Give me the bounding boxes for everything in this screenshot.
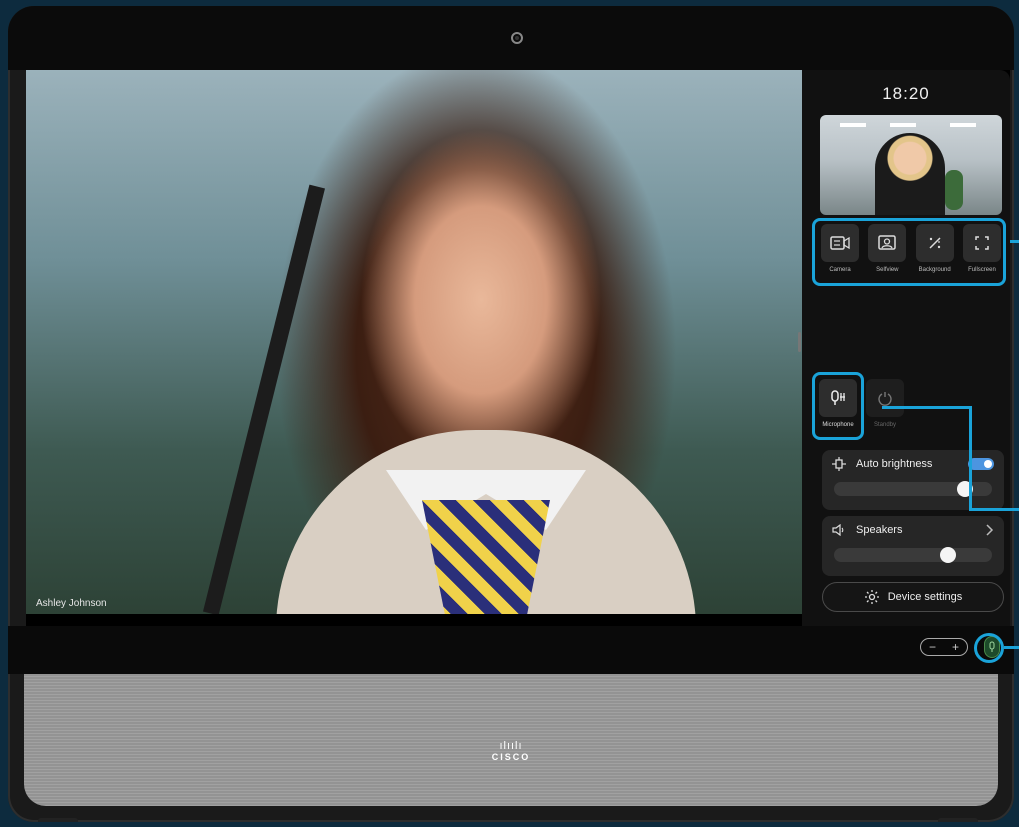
standby-label: Standby	[873, 422, 897, 428]
speaker-grille: ılıılı CISCO	[24, 674, 998, 806]
volume-slider[interactable]	[834, 547, 992, 563]
device-foot	[938, 818, 978, 822]
power-icon	[878, 392, 892, 406]
control-panel: 18:20 Camera Selfview Background Fullscr…	[798, 70, 1010, 626]
brightness-icon	[832, 457, 846, 471]
microphone-button[interactable]	[819, 379, 857, 417]
callout-line-microphone	[882, 406, 971, 409]
selfview-label: Selfview	[876, 267, 899, 273]
chevron-right-icon	[986, 524, 994, 536]
device-settings-label: Device settings	[887, 591, 963, 603]
auto-brightness-label: Auto brightness	[856, 458, 933, 470]
hardware-volume-rocker[interactable]: − +	[920, 638, 968, 656]
callout-line-mute	[1004, 646, 1019, 649]
callout-line-microphone	[969, 406, 972, 510]
brand-name: CISCO	[491, 752, 531, 762]
selfview-preview[interactable]	[820, 115, 1002, 215]
background-button[interactable]	[915, 224, 954, 262]
selfview-person	[875, 133, 945, 215]
standby-tile[interactable]: Standby	[862, 379, 908, 428]
background-tile[interactable]: Background	[915, 224, 955, 273]
microphone-label: Microphone	[822, 422, 854, 428]
clock: 18:20	[882, 84, 930, 103]
callout-line-microphone	[969, 508, 1019, 511]
speakers-label: Speakers	[856, 524, 903, 536]
background-label: Background	[918, 267, 951, 273]
fullscreen-tile[interactable]: Fullscreen	[962, 224, 1002, 273]
device-camera-icon	[511, 32, 523, 44]
speakers-card: Speakers	[822, 516, 1004, 576]
fullscreen-icon	[975, 236, 989, 250]
ceiling-light	[840, 123, 866, 127]
touch-screen: Ashley Johnson 18:20 Camera Selfview Bac…	[26, 70, 1010, 626]
remote-video: Ashley Johnson	[26, 70, 802, 614]
selfview-icon	[878, 235, 897, 250]
brand-logo: ılıılı CISCO	[24, 740, 998, 762]
hardware-mute-highlight	[974, 633, 1004, 663]
lower-bezel	[8, 626, 1014, 674]
speaker-icon	[832, 524, 844, 536]
camera-button[interactable]	[821, 224, 859, 262]
camera-icon	[830, 236, 850, 250]
fullscreen-button[interactable]	[962, 224, 1001, 262]
desk-device: Ashley Johnson 18:20 Camera Selfview Bac…	[8, 6, 1014, 822]
callout-line-quick-actions	[1010, 240, 1019, 243]
brand-bars: ılıılı	[499, 740, 523, 752]
device-settings-button[interactable]: Device settings	[822, 582, 1004, 612]
camera-label: Camera	[829, 267, 851, 273]
caller-name: Ashley Johnson	[36, 598, 107, 609]
selfview-tile[interactable]: Selfview	[867, 224, 907, 273]
volume-down-button[interactable]: −	[929, 640, 936, 654]
device-foot	[38, 818, 78, 822]
volume-slider-knob[interactable]	[939, 547, 956, 563]
selfview-plant	[945, 170, 963, 210]
brightness-row: Auto brightness	[822, 450, 1004, 478]
ceiling-light	[950, 123, 976, 127]
microphone-tile[interactable]: Microphone	[815, 379, 861, 428]
microphone-icon	[831, 390, 845, 405]
gear-icon	[864, 590, 879, 604]
top-bezel	[8, 6, 1014, 70]
speakers-row[interactable]: Speakers	[822, 516, 1004, 544]
quick-actions: Camera Selfview Background Fullscreen	[820, 224, 1002, 273]
background-icon	[929, 237, 941, 249]
volume-up-button[interactable]: +	[952, 640, 959, 654]
ceiling-light	[890, 123, 916, 127]
panel-drag-handle[interactable]	[798, 332, 801, 352]
fullscreen-label: Fullscreen	[968, 267, 996, 273]
selfview-button[interactable]	[868, 224, 907, 262]
brightness-card: Auto brightness	[822, 450, 1004, 510]
camera-tile[interactable]: Camera	[820, 224, 860, 273]
standby-button[interactable]	[866, 379, 904, 417]
